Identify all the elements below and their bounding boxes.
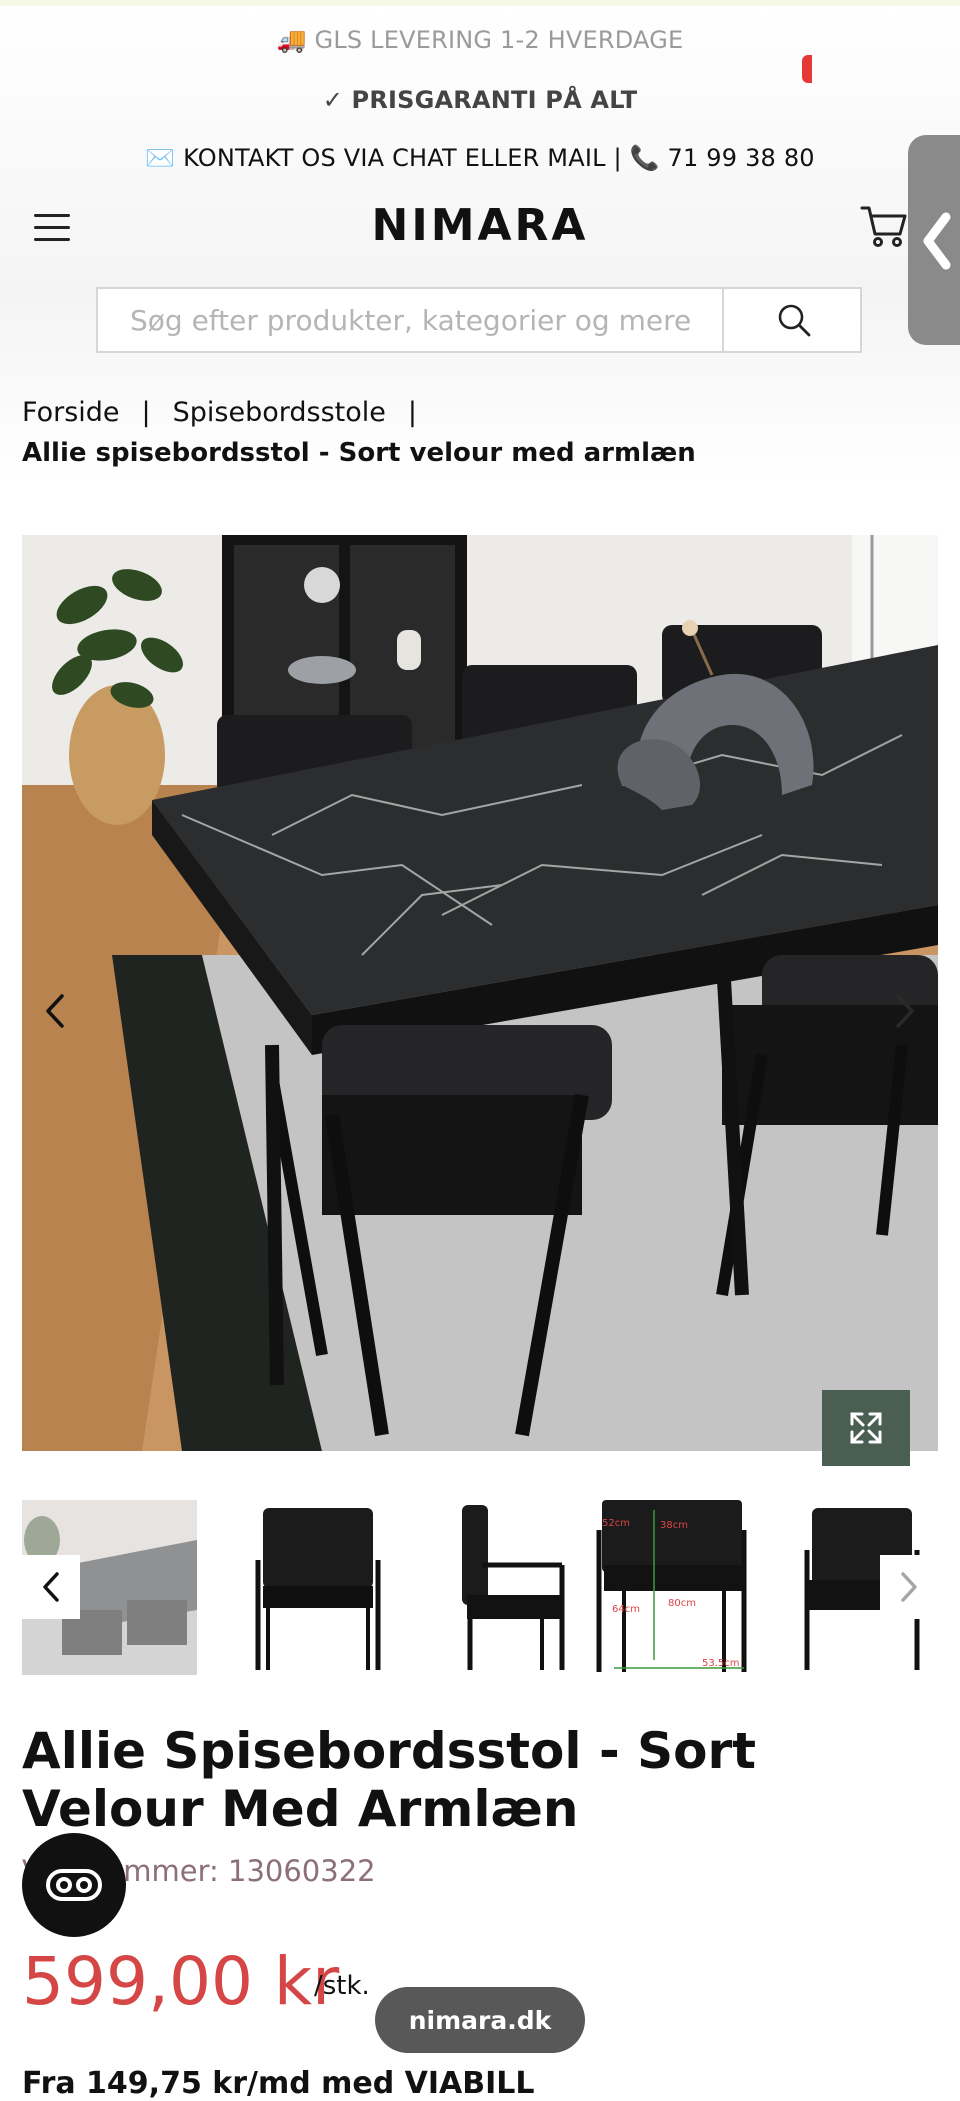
breadcrumb-home[interactable]: Forside xyxy=(22,397,120,428)
product-price: 599,00 kr xyxy=(22,1943,340,2020)
search-bar xyxy=(96,287,862,353)
search-button[interactable] xyxy=(722,289,864,351)
breadcrumb-current: Allie spisebordsstol - Sort velour med a… xyxy=(22,438,696,468)
search-icon xyxy=(778,304,811,337)
thumbnail-strip: 52cm 38cm 64cm 80cm 53.5cm xyxy=(22,1500,938,1676)
gallery-next-button[interactable] xyxy=(892,992,918,1034)
thumbnail-3[interactable] xyxy=(422,1500,597,1675)
chevron-left-icon xyxy=(46,994,64,1028)
breadcrumb: Forside | Spisebordsstole | xyxy=(22,397,439,428)
site-logo[interactable]: NIMARA xyxy=(0,200,960,251)
contact-announcement[interactable]: ✉️ KONTAKT OS VIA CHAT ELLER MAIL | 📞 71… xyxy=(0,144,960,172)
chat-toggle-icon xyxy=(46,1869,102,1901)
dimension-label: 38cm xyxy=(660,1520,688,1531)
chevron-left-icon xyxy=(43,1572,59,1602)
price-unit: /stk. xyxy=(314,1971,370,2001)
product-title: Allie Spisebordsstol - Sort Velour Med A… xyxy=(22,1722,757,1838)
financing-info: Fra 149,75 kr/md med VIABILL xyxy=(22,2066,535,2101)
gallery-prev-button[interactable] xyxy=(42,992,68,1034)
browser-url-pill[interactable]: nimara.dk xyxy=(375,1987,585,2053)
dimension-label: 52cm xyxy=(602,1518,630,1529)
shopping-cart-icon[interactable] xyxy=(860,204,908,252)
dimension-label: 53.5cm xyxy=(702,1658,740,1669)
thumbnail-2[interactable] xyxy=(228,1500,403,1675)
breadcrumb-category[interactable]: Spisebordsstole xyxy=(173,397,386,428)
breadcrumb-separator: | xyxy=(407,397,417,428)
thumbnails-prev-button[interactable] xyxy=(22,1555,80,1619)
dimension-label: 80cm xyxy=(668,1598,696,1609)
thumbnail-4[interactable]: 52cm 38cm 64cm 80cm 53.5cm xyxy=(594,1500,769,1675)
breadcrumb-separator: | xyxy=(141,397,151,428)
expand-icon xyxy=(850,1412,882,1444)
chevron-right-icon xyxy=(896,994,914,1028)
product-main-image[interactable] xyxy=(22,535,938,1451)
chevron-left-icon xyxy=(923,212,951,270)
price-guarantee-announcement: ✓ PRISGARANTI PÅ ALT xyxy=(322,86,638,114)
dimension-label: 64cm xyxy=(612,1604,640,1615)
chat-widget-button[interactable] xyxy=(22,1833,126,1937)
notification-indicator xyxy=(802,55,812,83)
chevron-right-icon xyxy=(901,1572,917,1602)
search-input[interactable] xyxy=(98,289,722,351)
delivery-announcement: 🚚 GLS LEVERING 1-2 HVERDAGE xyxy=(276,26,684,54)
side-drawer-tab[interactable] xyxy=(908,135,960,345)
thumbnails-next-button[interactable] xyxy=(880,1555,938,1619)
zoom-button[interactable] xyxy=(822,1390,910,1466)
